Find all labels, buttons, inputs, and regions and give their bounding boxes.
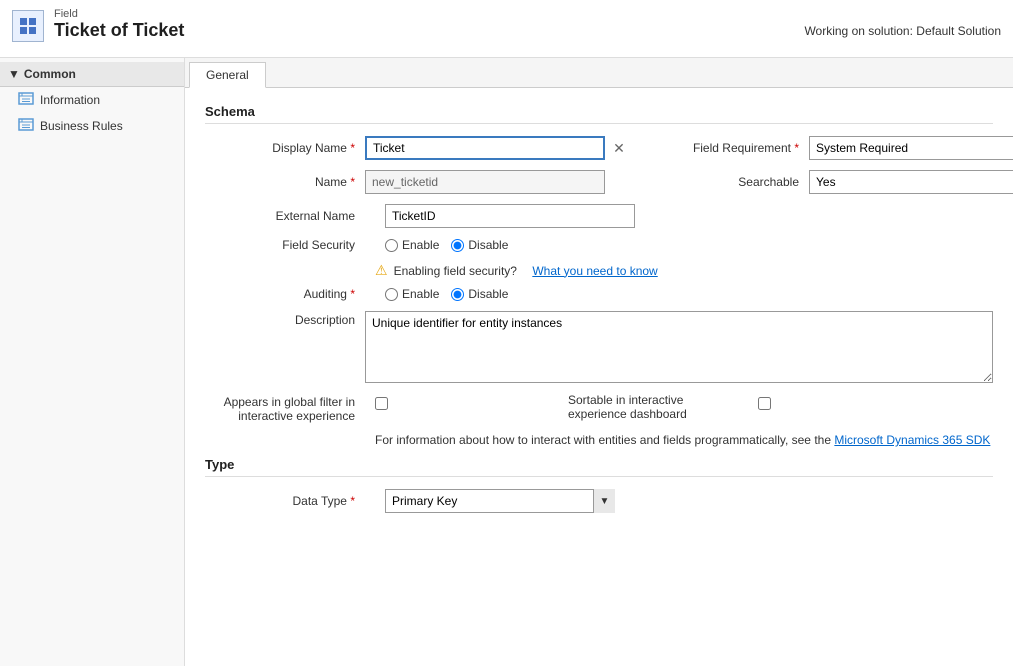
type-section: Type Data Type * Primary Key ▼ — [205, 457, 993, 513]
searchable-select[interactable]: Yes No — [809, 170, 1013, 194]
warning-row: ⚠ Enabling field security? What you need… — [375, 262, 993, 279]
name-control — [365, 170, 605, 194]
auditing-row: Auditing * Enable Disable — [205, 287, 993, 301]
display-name-clear-button[interactable]: ✕ — [609, 138, 629, 158]
information-icon — [18, 92, 34, 108]
display-name-control: ✕ — [365, 136, 629, 160]
field-security-radio-group: Enable Disable — [385, 238, 508, 252]
field-requirement-wrapper: System Required Business Required Busine… — [809, 136, 1013, 160]
sidebar-item-business-rules[interactable]: Business Rules — [0, 113, 184, 139]
field-security-enable-radio[interactable] — [385, 239, 398, 252]
data-type-label: Data Type * — [205, 494, 365, 508]
auditing-label: Auditing * — [205, 287, 365, 301]
auditing-radio-group: Enable Disable — [385, 287, 508, 301]
data-type-wrapper: Primary Key ▼ — [385, 489, 615, 513]
warning-icon: ⚠ — [375, 262, 388, 279]
name-label: Name * — [205, 175, 365, 189]
display-name-row: Display Name * ✕ Field Requirement * — [205, 136, 993, 160]
external-name-label: External Name — [205, 209, 365, 223]
name-row: Name * Searchable Yes No — [205, 170, 993, 194]
field-requirement-select[interactable]: System Required Business Required Busine… — [809, 136, 1013, 160]
top-bar-left: Field Ticket of Ticket — [12, 8, 184, 42]
auditing-disable-radio[interactable] — [451, 288, 464, 301]
description-row: Description Unique identifier for entity… — [205, 311, 993, 383]
sidebar-item-information[interactable]: Information — [0, 87, 184, 113]
app-icon — [12, 10, 44, 42]
appears-global-filter-checkbox[interactable] — [375, 397, 388, 410]
auditing-enable-label[interactable]: Enable — [385, 287, 439, 301]
auditing-disable-label[interactable]: Disable — [451, 287, 508, 301]
searchable-wrapper: Yes No ▼ — [809, 170, 1013, 194]
description-textarea[interactable]: Unique identifier for entity instances — [365, 311, 993, 383]
sidebar-item-information-label: Information — [40, 93, 100, 107]
checkbox-row: Appears in global filter in interactive … — [205, 393, 993, 423]
external-name-input[interactable] — [385, 204, 635, 228]
top-bar: Field Ticket of Ticket Working on soluti… — [0, 0, 1013, 58]
appears-label: Appears in global filter in interactive … — [205, 393, 365, 423]
chevron-icon: ▼ — [8, 67, 20, 81]
sidebar-section-label: Common — [24, 67, 76, 81]
field-security-label: Field Security — [205, 238, 365, 252]
description-label: Description — [205, 311, 365, 327]
display-name-label: Display Name * — [205, 141, 365, 155]
tab-general[interactable]: General — [189, 62, 266, 88]
data-type-select[interactable]: Primary Key — [385, 489, 615, 513]
field-security-row: Field Security Enable Disable — [205, 238, 993, 252]
sidebar: ▼ Common Information — [0, 58, 185, 666]
warning-link[interactable]: What you need to know — [532, 264, 657, 278]
field-requirement-label: Field Requirement * — [679, 141, 809, 155]
tabs-bar: General — [185, 58, 1013, 88]
page-title: Ticket of Ticket — [54, 20, 184, 41]
data-type-row: Data Type * Primary Key ▼ — [205, 489, 993, 513]
solution-label: Working on solution: Default Solution — [804, 24, 1001, 38]
display-name-input[interactable] — [365, 136, 605, 160]
type-header: Type — [205, 457, 993, 477]
sortable-label: Sortable in interactive experience dashb… — [568, 393, 748, 421]
sdk-link[interactable]: Microsoft Dynamics 365 SDK — [834, 433, 990, 447]
form-content: Schema Display Name * ✕ Fi — [185, 88, 1013, 539]
content-area: General Schema Display Name * ✕ — [185, 58, 1013, 666]
schema-header: Schema — [205, 104, 993, 124]
sortable-checkbox[interactable] — [758, 397, 771, 410]
subtitle: Field — [54, 8, 184, 20]
warning-text: Enabling field security? — [394, 264, 517, 278]
sidebar-section-common[interactable]: ▼ Common — [0, 62, 184, 87]
business-rules-icon — [18, 118, 34, 134]
field-security-disable-label[interactable]: Disable — [451, 238, 508, 252]
name-input[interactable] — [365, 170, 605, 194]
info-text-row: For information about how to interact wi… — [375, 433, 993, 447]
title-block: Field Ticket of Ticket — [54, 8, 184, 41]
sidebar-item-business-rules-label: Business Rules — [40, 119, 123, 133]
searchable-label: Searchable — [679, 175, 809, 189]
field-security-disable-radio[interactable] — [451, 239, 464, 252]
field-security-enable-label[interactable]: Enable — [385, 238, 439, 252]
external-name-row: External Name — [205, 204, 993, 228]
auditing-enable-radio[interactable] — [385, 288, 398, 301]
required-star: * — [350, 141, 355, 155]
